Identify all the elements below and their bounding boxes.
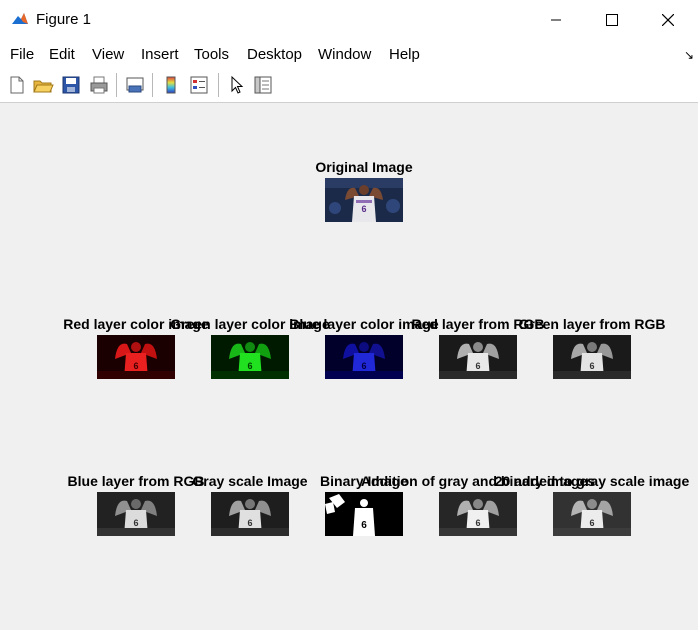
gray-scale-title: Gray scale Image xyxy=(192,473,308,489)
svg-text:6: 6 xyxy=(475,518,480,528)
toolbar xyxy=(0,68,698,103)
added-20-image: 6 xyxy=(553,492,631,536)
blue-layer-rgb-image: 6 xyxy=(97,492,175,536)
toolbar-separator xyxy=(218,73,219,97)
blue-layer-rgb-title: Blue layer from RGB xyxy=(67,473,205,489)
menu-desktop[interactable]: Desktop xyxy=(247,46,302,63)
close-icon xyxy=(662,14,674,26)
green-layer-rgb-image: 6 xyxy=(553,335,631,379)
print-icon[interactable] xyxy=(88,74,110,96)
legend-icon[interactable] xyxy=(188,74,210,96)
addition-image: 6 xyxy=(439,492,517,536)
menu-help[interactable]: Help xyxy=(389,46,420,63)
save-icon[interactable] xyxy=(60,74,82,96)
green-layer-rgb-title: Green layer from RGB xyxy=(518,316,666,332)
minimize-icon xyxy=(551,19,561,21)
menu-tools[interactable]: Tools xyxy=(194,46,229,63)
blue-layer-image: 6 xyxy=(325,335,403,379)
svg-text:6: 6 xyxy=(361,520,367,531)
maximize-icon xyxy=(606,14,618,26)
gray-scale-image: 6 xyxy=(211,492,289,536)
matlab-logo-icon xyxy=(11,11,29,29)
link-plot-icon[interactable] xyxy=(124,74,146,96)
toolbar-separator xyxy=(152,73,153,97)
menu-edit[interactable]: Edit xyxy=(49,46,75,63)
menu-window[interactable]: Window xyxy=(318,46,371,63)
property-inspector-icon[interactable] xyxy=(252,74,274,96)
svg-text:6: 6 xyxy=(361,361,366,371)
title-bar: Figure 1 xyxy=(0,0,698,40)
menu-insert[interactable]: Insert xyxy=(141,46,179,63)
new-figure-icon[interactable] xyxy=(6,74,28,96)
open-folder-icon[interactable] xyxy=(32,74,54,96)
svg-text:6: 6 xyxy=(133,518,138,528)
svg-text:6: 6 xyxy=(589,518,594,528)
pointer-icon[interactable] xyxy=(226,74,248,96)
maximize-button[interactable] xyxy=(584,0,640,40)
toolbar-separator xyxy=(116,73,117,97)
menu-file[interactable]: File xyxy=(10,46,34,63)
green-layer-image: 6 xyxy=(211,335,289,379)
added-20-title: 20 added to gray scale image xyxy=(494,473,690,489)
menu-view[interactable]: View xyxy=(92,46,124,63)
binary-image: 6 xyxy=(325,492,403,536)
figure-canvas: Original Image 6 Red layer color image G… xyxy=(0,103,698,630)
svg-text:6: 6 xyxy=(247,518,252,528)
window-title: Figure 1 xyxy=(36,11,92,28)
svg-text:6: 6 xyxy=(475,361,480,371)
svg-text:6: 6 xyxy=(247,361,252,371)
menu-bar: File Edit View Insert Tools Desktop Wind… xyxy=(0,40,698,68)
colorbar-icon[interactable] xyxy=(160,74,182,96)
dock-arrow-icon[interactable]: ↘ xyxy=(684,48,694,62)
svg-text:6: 6 xyxy=(133,361,138,371)
close-button[interactable] xyxy=(640,0,696,40)
red-layer-rgb-image: 6 xyxy=(439,335,517,379)
red-layer-image: 6 xyxy=(97,335,175,379)
minimize-button[interactable] xyxy=(528,0,584,40)
original-image-title: Original Image xyxy=(315,159,413,175)
original-image: 6 xyxy=(325,178,403,222)
svg-text:6: 6 xyxy=(589,361,594,371)
svg-text:6: 6 xyxy=(361,204,366,214)
